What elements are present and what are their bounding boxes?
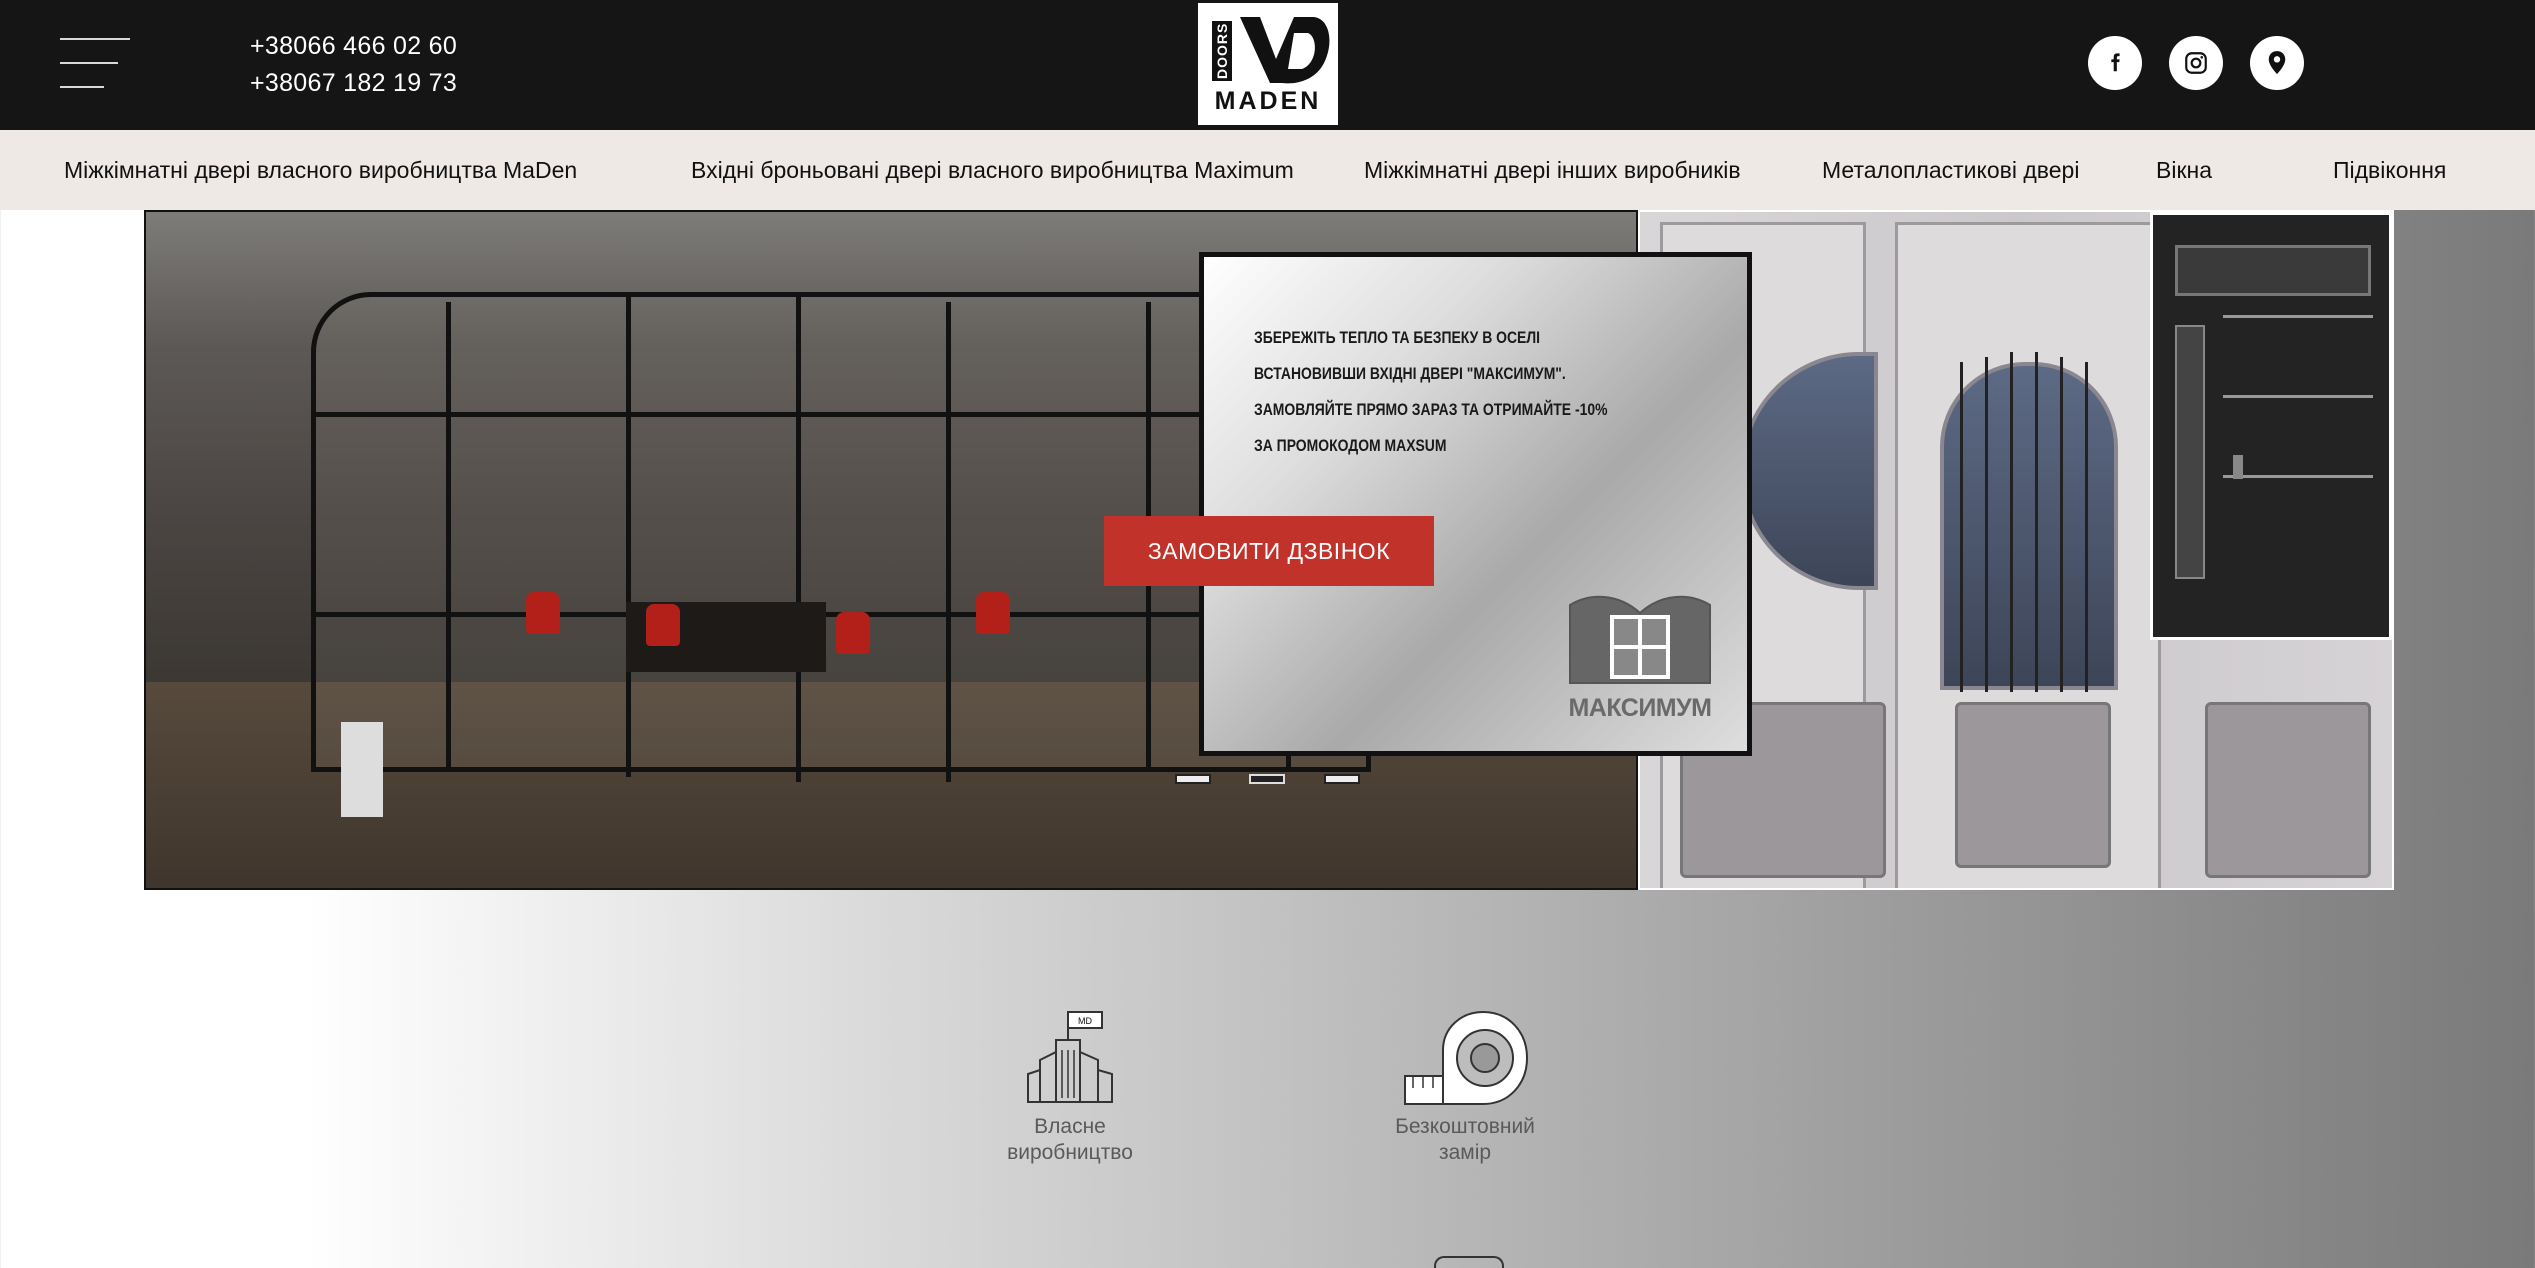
promo-banner: ЗБЕРЕЖІТЬ ТЕПЛО ТА БЕЗПЕКУ В ОСЕЛІ ВСТАН…	[1199, 252, 1752, 756]
instagram-icon[interactable]	[2169, 36, 2223, 90]
promo-line-2: ВСТАНОВИВШИ ВХІДНІ ДВЕРІ "МАКСИМУМ".	[1254, 364, 1566, 383]
promo-line-1: ЗБЕРЕЖІТЬ ТЕПЛО ТА БЕЗПЕКУ В ОСЕЛІ	[1254, 328, 1541, 347]
maximum-logo: МАКСИМУМ	[1562, 587, 1718, 727]
nav-item-maximum-entrance-doors[interactable]: Вхідні броньовані двері власного виробни…	[691, 130, 1294, 210]
slider-dot-2[interactable]	[1249, 774, 1285, 784]
phone-numbers: +38066 466 02 60 +38067 182 19 73	[250, 28, 457, 102]
nav-item-maden-interior-doors[interactable]: Міжкімнатні двері власного виробництва M…	[64, 130, 577, 210]
logo-md-mark	[1240, 17, 1330, 84]
svg-text:MD: MD	[1078, 1016, 1092, 1026]
slider-dot-3[interactable]	[1324, 774, 1360, 784]
order-call-button[interactable]: ЗАМОВИТИ ДЗВІНОК	[1104, 516, 1434, 586]
nav-item-window-sills[interactable]: Підвіконня	[2333, 130, 2446, 210]
promo-text: ЗБЕРЕЖІТЬ ТЕПЛО ТА БЕЗПЕКУ В ОСЕЛІ ВСТАН…	[1254, 320, 1608, 464]
feature-own-production: MD Власне виробництво	[980, 1010, 1160, 1166]
factory-icon: MD	[1027, 1011, 1113, 1103]
nav-item-other-interior-doors[interactable]: Міжкімнатні двері інших виробників	[1364, 130, 1741, 210]
feature-label-line-2: виробництво	[1007, 1141, 1133, 1164]
location-pin-icon[interactable]	[2250, 36, 2304, 90]
feature-label-line-1: Безкоштовний	[1395, 1115, 1535, 1138]
maden-logo[interactable]: DOORS MADEN	[1198, 3, 1338, 125]
logo-text: MADEN	[1214, 87, 1322, 115]
slider-dot-1[interactable]	[1175, 774, 1211, 784]
phone-link-1[interactable]: +38066 466 02 60	[250, 28, 457, 65]
promo-line-3: ЗАМОВЛЯЙТЕ ПРЯМО ЗАРАЗ ТА ОТРИМАЙТЕ -10%	[1254, 400, 1608, 419]
feature-free-measurement: Безкоштовний замір	[1380, 1010, 1550, 1166]
next-feature-icon-partial	[1434, 1256, 1504, 1268]
facebook-icon[interactable]	[2088, 36, 2142, 90]
nav-item-windows[interactable]: Вікна	[2156, 130, 2212, 210]
feature-label-line-1: Власне	[1034, 1115, 1106, 1138]
main-nav: Міжкімнатні двері власного виробництва M…	[0, 130, 2535, 210]
nav-item-metal-plastic-doors[interactable]: Металопластикові двері	[1822, 130, 2079, 210]
top-bar: +38066 466 02 60 +38067 182 19 73 DOORS …	[0, 0, 2535, 130]
maximum-logo-text: МАКСИМУМ	[1568, 694, 1712, 722]
promo-line-4: ЗА ПРОМОКОДОМ MAXSUM	[1254, 436, 1447, 455]
hamburger-menu-icon[interactable]	[60, 38, 130, 90]
measuring-tape-icon	[1404, 1010, 1529, 1105]
feature-label-line-2: замір	[1438, 1141, 1492, 1164]
dark-door-photo	[2150, 212, 2392, 640]
phone-link-2[interactable]: +38067 182 19 73	[250, 65, 457, 102]
